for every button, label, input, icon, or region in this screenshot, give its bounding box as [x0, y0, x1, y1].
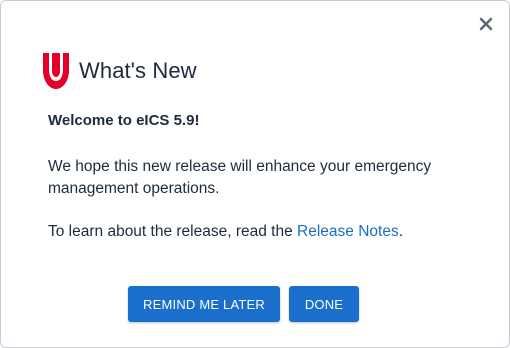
- release-notes-link[interactable]: Release Notes: [297, 223, 399, 240]
- welcome-heading: Welcome to eICS 5.9!: [48, 112, 200, 129]
- done-button[interactable]: DONE: [289, 286, 359, 322]
- close-button[interactable]: [475, 13, 497, 35]
- juvare-logo-icon: [43, 53, 69, 89]
- learn-more-suffix: .: [398, 223, 404, 240]
- dialog-title: What's New: [79, 58, 197, 83]
- dialog-header: What's New: [41, 51, 197, 91]
- learn-more-text: To learn about the release, read the Rel…: [48, 223, 403, 241]
- whats-new-dialog: What's New Welcome to eICS 5.9! We hope …: [0, 0, 510, 348]
- close-icon: [479, 17, 493, 31]
- release-description: We hope this new release will enhance yo…: [48, 158, 432, 197]
- learn-more-prefix: To learn about the release, read the: [48, 223, 298, 240]
- remind-me-later-button[interactable]: REMIND ME LATER: [128, 286, 280, 322]
